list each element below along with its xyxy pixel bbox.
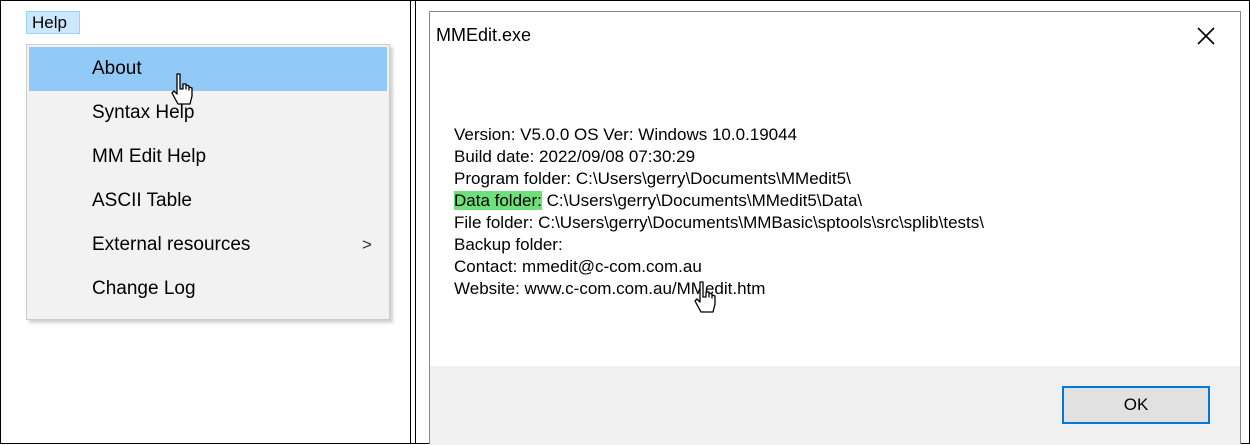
- version-line: Version: V5.0.0 OS Ver: Windows 10.0.190…: [454, 125, 798, 144]
- file-folder-line: File folder: C:\Users\gerry\Documents\MM…: [454, 213, 984, 232]
- dialog-titlebar: MMEdit.exe: [430, 12, 1240, 60]
- dialog-title: MMEdit.exe: [436, 25, 532, 45]
- submenu-arrow-icon: >: [362, 235, 372, 254]
- menu-item-label: External resources: [92, 234, 251, 255]
- menu-item-label: ASCII Table: [92, 190, 192, 211]
- help-dropdown-menu: About Syntax Help MM Edit Help ASCII Tab…: [26, 44, 390, 320]
- menu-item-syntax-help[interactable]: Syntax Help: [29, 91, 387, 135]
- hand-cursor-icon: [171, 73, 193, 105]
- build-date-line: Build date: 2022/09/08 07:30:29: [454, 147, 696, 166]
- program-folder-line: Program folder: C:\Users\gerry\Documents…: [454, 169, 851, 188]
- menu-item-mm-edit-help[interactable]: MM Edit Help: [29, 135, 387, 179]
- divider: [415, 0, 416, 444]
- menu-item-about[interactable]: About: [29, 47, 387, 91]
- menu-item-label: About: [92, 58, 142, 79]
- contact-line: Contact: mmedit@c-com.com.au: [454, 257, 702, 276]
- ok-button[interactable]: OK: [1062, 386, 1210, 424]
- about-dialog: MMEdit.exe Version: V5.0.0 OS Ver: Windo…: [429, 11, 1241, 445]
- menubar-help-label: Help: [32, 13, 67, 32]
- data-folder-label: Data folder:: [454, 191, 542, 210]
- divider: [410, 0, 411, 444]
- menu-item-external-resources[interactable]: External resources >: [29, 223, 387, 267]
- data-folder-value: C:\Users\gerry\Documents\MMedit5\Data\: [541, 191, 863, 210]
- dialog-footer: OK: [430, 366, 1240, 445]
- hand-cursor-icon: [694, 281, 716, 313]
- menu-item-ascii-table[interactable]: ASCII Table: [29, 179, 387, 223]
- menu-item-label: Change Log: [92, 278, 196, 299]
- menubar-help[interactable]: Help: [26, 11, 80, 34]
- backup-folder-line: Backup folder:: [454, 235, 563, 254]
- dialog-body: Version: V5.0.0 OS Ver: Windows 10.0.190…: [430, 60, 1240, 366]
- close-icon[interactable]: [1188, 20, 1224, 52]
- menu-item-label: MM Edit Help: [92, 146, 207, 167]
- menu-item-change-log[interactable]: Change Log: [29, 267, 387, 311]
- data-folder-line: Data folder: C:\Users\gerry\Documents\MM…: [454, 190, 862, 212]
